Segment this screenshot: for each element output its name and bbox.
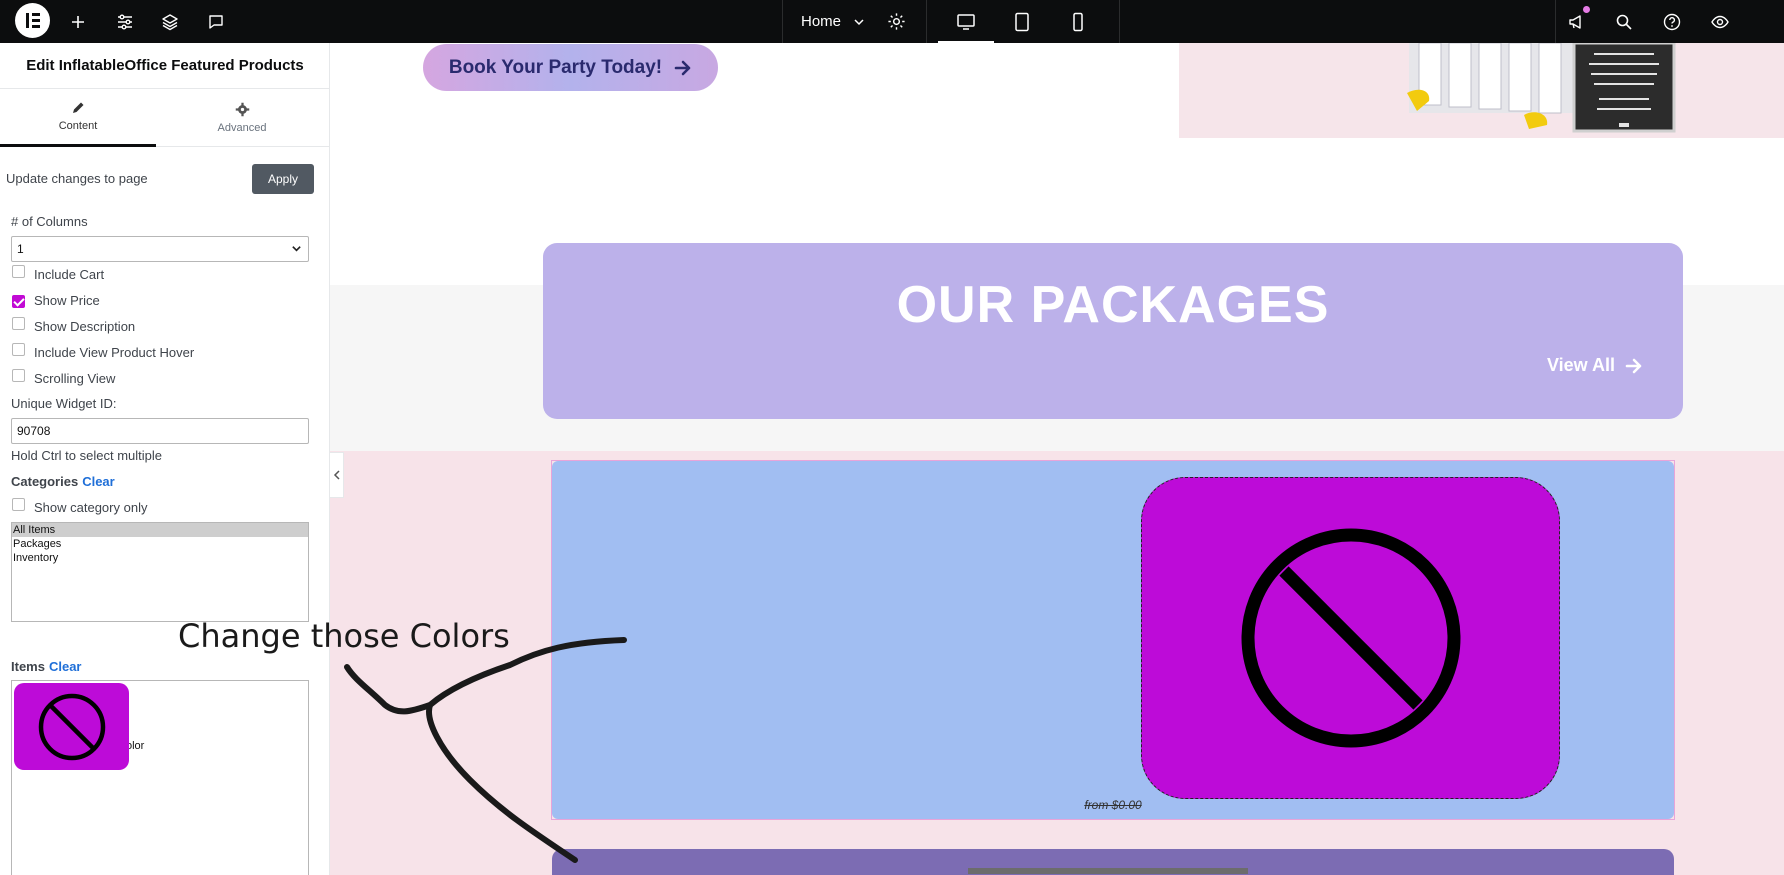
apply-button[interactable]: Apply <box>252 164 314 194</box>
pencil-icon <box>71 101 85 115</box>
no-image-placeholder-small <box>14 683 129 770</box>
elementor-logo-icon[interactable] <box>15 3 50 38</box>
book-party-button[interactable]: Book Your Party Today! <box>423 44 718 91</box>
show-category-only-checkbox[interactable] <box>12 498 25 511</box>
items-heading: Items Clear <box>11 659 82 674</box>
panel-tabs: Content Advanced <box>0 89 330 147</box>
comment-icon[interactable] <box>196 0 236 43</box>
chevron-left-icon <box>333 470 341 480</box>
hold-ctrl-hint: Hold Ctrl to select multiple <box>11 448 162 463</box>
product-card[interactable]: from $0.00 <box>552 461 1674 819</box>
columns-select-value: 1 <box>17 242 24 256</box>
show-description-label: Show Description <box>34 319 136 334</box>
device-switcher <box>927 0 1120 43</box>
page-selector-label: Home <box>801 13 842 30</box>
show-description-checkbox[interactable] <box>12 317 25 330</box>
include-cart-label: Include Cart <box>34 267 105 282</box>
arrow-right-icon <box>1625 358 1643 374</box>
list-item[interactable]: Packages <box>12 537 308 551</box>
search-icon[interactable] <box>1604 0 1644 43</box>
product-image <box>968 868 1248 874</box>
columns-select[interactable]: 1 <box>11 236 309 262</box>
tab-advanced[interactable]: Advanced <box>164 89 320 147</box>
page-selector[interactable]: Home <box>782 0 927 43</box>
widget-id-label: Unique Widget ID: <box>11 396 117 411</box>
include-view-product-hover-label: Include View Product Hover <box>34 345 195 360</box>
help-icon[interactable] <box>1652 0 1692 43</box>
widget-id-value: 90708 <box>17 424 51 438</box>
prohibited-icon <box>1239 526 1463 750</box>
annotation-scribble <box>344 637 627 863</box>
view-all-link[interactable]: View All <box>1547 355 1643 376</box>
book-party-label: Book Your Party Today! <box>448 56 663 78</box>
scrolling-view-checkbox[interactable] <box>12 369 25 382</box>
prohibited-icon <box>37 692 107 762</box>
include-view-product-hover-checkbox[interactable] <box>12 343 25 356</box>
next-product-card[interactable] <box>552 849 1674 875</box>
layers-icon[interactable] <box>150 0 190 43</box>
no-image-placeholder <box>1141 477 1560 799</box>
scrolling-view-label: Scrolling View <box>34 371 116 386</box>
chevron-down-icon <box>291 243 302 254</box>
columns-label: # of Columns <box>11 214 88 229</box>
items-clear-link[interactable]: Clear <box>49 659 82 674</box>
show-price-checkbox[interactable] <box>12 295 25 308</box>
packages-title: OUR PACKAGES <box>896 276 1330 334</box>
categories-listbox[interactable]: All Items Packages Inventory <box>11 522 309 622</box>
product-price: from $0.00 <box>1084 798 1142 812</box>
widget-id-input[interactable]: 90708 <box>11 418 309 444</box>
list-item[interactable]: All Items <box>12 523 308 537</box>
list-item[interactable]: Inventory <box>12 551 308 565</box>
categories-label: Categories <box>11 474 79 489</box>
items-label: Items <box>11 659 45 674</box>
megaphone-icon[interactable] <box>1556 0 1596 43</box>
update-changes-label: Update changes to page <box>6 171 148 186</box>
plus-icon[interactable] <box>58 0 98 43</box>
tab-content-label: Content <box>58 120 98 132</box>
packages-banner: OUR PACKAGES View All <box>543 243 1683 419</box>
show-price-label: Show Price <box>34 293 100 308</box>
chevron-down-icon <box>853 16 865 28</box>
gear-icon <box>235 102 250 117</box>
top-bar-right-group <box>1555 0 1784 43</box>
categories-clear-link[interactable]: Clear <box>82 474 115 489</box>
tab-content[interactable]: Content <box>0 89 156 147</box>
tablet-icon[interactable] <box>994 0 1050 43</box>
include-cart-checkbox[interactable] <box>12 265 25 278</box>
categories-heading: Categories Clear <box>11 474 115 489</box>
view-all-label: View All <box>1546 355 1615 375</box>
settings-gear-icon[interactable] <box>887 12 906 31</box>
hero-image <box>1179 43 1784 138</box>
eye-icon[interactable] <box>1700 0 1740 43</box>
top-bar: Home <box>0 0 1784 43</box>
desktop-icon[interactable] <box>938 0 994 43</box>
show-category-only-label: Show category only <box>34 500 148 515</box>
mobile-icon[interactable] <box>1050 0 1106 43</box>
notification-dot <box>1583 6 1590 13</box>
sliders-icon[interactable] <box>105 0 145 43</box>
arrow-right-icon <box>674 60 692 76</box>
tab-advanced-label: Advanced <box>217 122 267 134</box>
panel-collapse-toggle[interactable] <box>330 452 344 498</box>
panel-title: Edit InflatableOffice Featured Products <box>0 43 330 89</box>
